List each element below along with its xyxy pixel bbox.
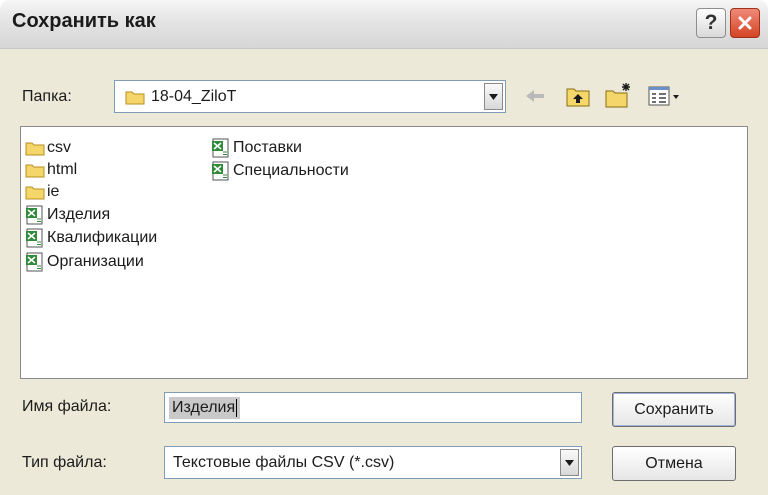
folder-icon (25, 164, 45, 178)
dialog-title: Сохранить как (12, 10, 156, 32)
up-folder-icon[interactable] (566, 85, 590, 107)
folder-combo[interactable]: 18-04_ZiloT (114, 80, 506, 113)
list-item[interactable]: Изделия (25, 204, 110, 226)
folder-icon (125, 91, 145, 105)
folder-icon (25, 186, 45, 200)
filename-value: Изделия (172, 399, 236, 416)
filetype-value: Текстовые файлы CSV (*.csv) (173, 453, 395, 471)
list-item-label: html (47, 161, 78, 178)
close-button[interactable] (730, 8, 760, 38)
folder-current: 18-04_ZiloT (151, 87, 237, 105)
filetype-combo[interactable]: Текстовые файлы CSV (*.csv) (164, 446, 582, 479)
chevron-down-icon (489, 93, 498, 100)
list-item-label: csv (47, 139, 71, 156)
folder-icon (25, 142, 45, 156)
file-list[interactable]: csv html ie Изделия Квалификации Организ… (20, 126, 748, 379)
folder-label: Папка: (22, 88, 72, 105)
save-as-dialog: Сохранить как ? Папка: 18-04_ZiloT csv h… (0, 0, 768, 495)
list-item-label: Изделия (47, 206, 111, 223)
list-item[interactable]: Поставки (211, 137, 302, 159)
cancel-button[interactable]: Отмена (612, 446, 736, 481)
chevron-down-icon (565, 459, 574, 466)
list-item[interactable]: html (25, 159, 77, 181)
list-item[interactable]: Квалификации (25, 227, 157, 249)
folder-dropdown-button[interactable] (484, 83, 503, 110)
title-bar[interactable]: Сохранить как ? (0, 0, 768, 49)
filetype-label: Тип файла: (22, 454, 107, 471)
filename-input[interactable]: Изделия (164, 392, 582, 423)
excel-csv-icon (26, 228, 43, 248)
filename-value-selected: Изделия (169, 397, 241, 419)
list-item[interactable]: Организации (25, 251, 144, 273)
filename-label: Имя файла: (22, 398, 112, 415)
excel-csv-icon (26, 205, 43, 225)
back-arrow-icon[interactable] (524, 88, 546, 104)
list-item-label: ie (47, 183, 60, 200)
view-menu-icon[interactable] (648, 86, 682, 106)
list-item-label: Организации (47, 253, 144, 270)
close-icon (738, 16, 752, 30)
save-button[interactable]: Сохранить (612, 392, 736, 427)
list-item[interactable]: csv (25, 137, 71, 159)
filetype-dropdown-button[interactable] (560, 449, 579, 476)
list-item[interactable]: ie (25, 181, 59, 203)
help-button[interactable]: ? (696, 8, 726, 38)
list-item[interactable]: Специальности (211, 160, 349, 182)
excel-csv-icon (26, 252, 43, 272)
help-icon: ? (704, 11, 718, 34)
excel-csv-icon (212, 138, 229, 158)
list-item-label: Поставки (233, 139, 302, 156)
list-item-label: Квалификации (47, 229, 158, 246)
excel-csv-icon (212, 161, 229, 181)
list-item-label: Специальности (233, 162, 349, 179)
text-caret (236, 398, 238, 417)
new-folder-icon[interactable] (605, 82, 633, 108)
